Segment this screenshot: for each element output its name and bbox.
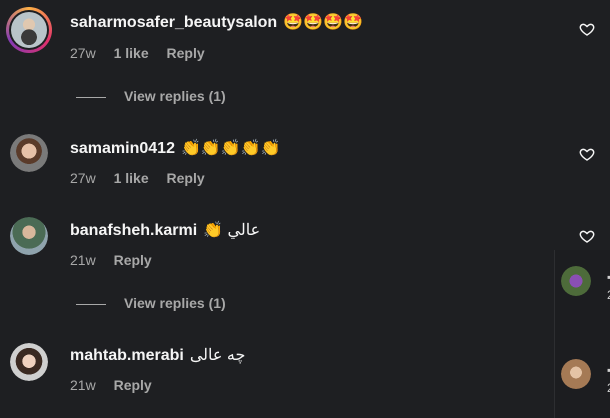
avatar[interactable] [10, 134, 48, 172]
heart-icon[interactable] [579, 21, 595, 37]
comment-meta: 27w 1 like Reply [70, 170, 219, 186]
comment-header: banafsheh.karmi 👏 عالي [70, 220, 260, 240]
comment-header: samamin0412 👏👏👏👏👏 [70, 138, 281, 158]
comment-item: banafsheh.karmi 👏 عالي 21w Reply View rep… [0, 210, 595, 320]
timestamp[interactable]: 21w [70, 252, 96, 268]
reply-button[interactable]: Reply [114, 377, 152, 393]
username[interactable]: saharmosafer_beautysalon [70, 14, 277, 31]
comment-header: saharmosafer_beautysalon 🤩🤩🤩🤩 [70, 12, 363, 32]
divider [76, 96, 106, 98]
heart-icon[interactable] [579, 146, 595, 162]
comment-meta: 21w Reply [70, 377, 166, 393]
timestamp[interactable]: 21w [70, 377, 96, 393]
comment-text: 👏 عالي [203, 222, 261, 239]
comment-meta: 27w 1 like Reply [70, 45, 219, 61]
comment-item: saharmosafer_beautysalon 🤩🤩🤩🤩 27w 1 like … [0, 0, 595, 110]
likes-count[interactable]: 1 like [114, 45, 149, 61]
comment-item: mahtab.merabi چه عالی 21w Reply [0, 336, 560, 406]
reply-button[interactable]: Reply [167, 45, 205, 61]
reply-button[interactable]: Reply [114, 252, 152, 268]
avatar[interactable] [6, 7, 52, 53]
heart-icon[interactable] [579, 228, 595, 244]
reply-button[interactable]: Reply [167, 170, 205, 186]
timestamp[interactable]: 27w [70, 45, 96, 61]
username[interactable]: samamin0412 [70, 140, 175, 157]
avatar[interactable] [10, 343, 48, 381]
divider [76, 303, 106, 305]
comment-text: 👏👏👏👏👏 [180, 140, 281, 157]
comment-header: mahtab.merabi چه عالی [70, 345, 245, 365]
view-replies-label: View replies (1) [124, 88, 226, 104]
view-replies-button[interactable]: View replies (1) [76, 295, 226, 311]
avatar[interactable] [561, 359, 591, 389]
side-panel: ▪ 2 ▪ 2 [554, 250, 610, 418]
comment-text: 🤩🤩🤩🤩 [283, 14, 363, 31]
view-replies-label: View replies (1) [124, 295, 226, 311]
comment-meta: 21w Reply [70, 252, 166, 268]
username[interactable]: banafsheh.karmi [70, 222, 197, 239]
timestamp[interactable]: 27w [70, 170, 96, 186]
likes-count[interactable]: 1 like [114, 170, 149, 186]
view-replies-button[interactable]: View replies (1) [76, 88, 226, 104]
avatar[interactable] [561, 266, 591, 296]
avatar[interactable] [10, 217, 48, 255]
comment-item: samamin0412 👏👏👏👏👏 27w 1 like Reply [0, 128, 595, 198]
comment-text: چه عالی [189, 347, 246, 364]
username[interactable]: mahtab.merabi [70, 347, 184, 364]
